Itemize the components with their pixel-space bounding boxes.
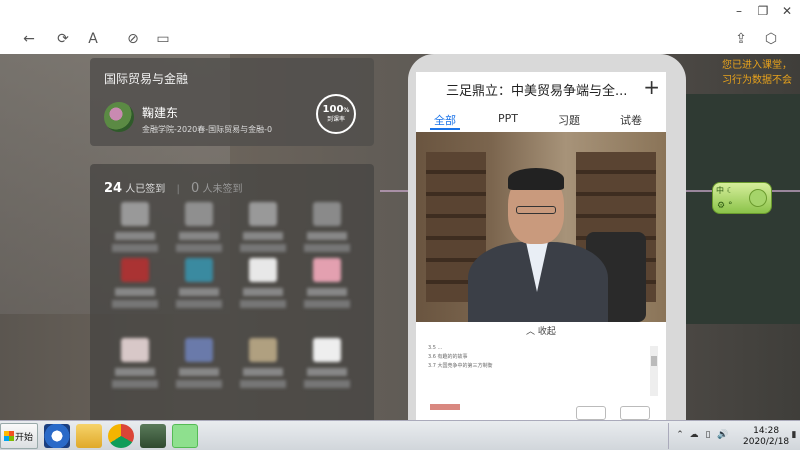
leaf-icon [749, 189, 767, 207]
student-tile[interactable] [240, 338, 286, 388]
layout-icon[interactable]: ▭ [154, 30, 172, 48]
active-tab-indicator [430, 128, 460, 130]
folder-icon[interactable] [76, 424, 102, 448]
attendance-rate: 100% 到课率 [316, 94, 356, 134]
chevron-up-icon: ︿ [526, 327, 538, 337]
cloud-icon[interactable]: ☁ [689, 430, 699, 442]
app-icon-2[interactable] [140, 424, 166, 448]
student-tile[interactable] [304, 338, 350, 388]
box-icon[interactable]: ⬡ [762, 30, 780, 48]
tab-ppt[interactable]: PPT [498, 112, 518, 125]
attendance-rate-label: 到课率 [326, 116, 345, 123]
system-tray: ⌃ ☁ ▯ 🔊 ▮ 14:28 2020/2/18 [668, 423, 800, 449]
volume-icon[interactable]: 🔊 [717, 430, 728, 442]
class-notice: 您已进入课堂， 习行为数据不会 [722, 58, 792, 88]
attendance-rate-value: 100 [322, 104, 344, 115]
signed-count: 24 [104, 181, 123, 196]
course-subtitle: 金融学院-2020春-国际贸易与金融-0 [142, 125, 273, 134]
restore-button[interactable]: ❐ [754, 3, 772, 19]
wechat-icon[interactable] [172, 424, 198, 448]
glasses [516, 206, 556, 214]
floating-widget[interactable]: 中 ☾ ⚙ ° [712, 182, 772, 214]
clock-time: 14:28 [753, 426, 780, 436]
collapse-button[interactable]: ︿ 收起 [416, 322, 666, 342]
outline-line: 3.6 有趣的的故事 [428, 354, 468, 360]
widget-label: 中 ☾ [716, 186, 734, 195]
student-tile[interactable] [112, 258, 158, 308]
unsigned-label: 人未签到 [202, 184, 243, 195]
notice-line: 您已进入课堂， [722, 60, 792, 71]
teacher-hair [508, 168, 564, 190]
close-button[interactable]: ✕ [778, 3, 796, 19]
outline-line: 3.7 大国竞争中的第三方制衡 [428, 363, 493, 369]
chrome-icon[interactable] [108, 424, 134, 448]
title-bar: – ❐ ✕ [0, 0, 800, 22]
start-label: 开始 [15, 433, 34, 443]
unsigned-count: 0 [191, 181, 200, 196]
tab-exams[interactable]: 试卷 [620, 112, 642, 128]
teacher-avatar [104, 102, 134, 132]
plus-icon[interactable]: + [643, 75, 660, 99]
notice-line: 习行为数据不会 [722, 75, 792, 86]
ppt-outline: 3.5 ... 3.6 有趣的的故事 3.7 大国竞争中的第三方制衡 [428, 344, 658, 404]
student-tile[interactable] [176, 258, 222, 308]
attendance-rate-unit: % [343, 107, 350, 114]
toolbar: ← ⟳ A ⊘ ▭ ⇪ ⬡ [0, 22, 800, 54]
student-tile[interactable] [304, 258, 350, 308]
content-tabs: 全部 PPT 习题 试卷 [416, 108, 666, 130]
gear-icon: ⚙ ° [717, 201, 733, 211]
signin-summary: 24 人已签到 | 0 人未签到 [104, 181, 243, 196]
signin-card: 24 人已签到 | 0 人未签到 [90, 164, 374, 420]
scroll-thumb[interactable] [651, 356, 657, 366]
clock[interactable]: 14:28 2020/2/18 [743, 426, 789, 448]
outline-scrollbar[interactable] [650, 346, 658, 396]
device-icon[interactable]: ▯ [703, 430, 713, 442]
tab-exercises[interactable]: 习题 [558, 112, 580, 128]
teacher-name: 鞠建东 [142, 106, 179, 120]
windows-logo-icon [4, 431, 14, 441]
control-button[interactable] [620, 406, 650, 420]
taskbar: 开始 ⌃ ☁ ▯ 🔊 ▮ 14:28 2020/2/18 [0, 420, 800, 450]
classroom-view: 国际贸易与金融 鞠建东 金融学院-2020春-国际贸易与金融-0 100% 到课… [0, 54, 800, 420]
student-tile[interactable] [176, 338, 222, 388]
student-tile[interactable] [176, 202, 222, 252]
share-icon[interactable]: ⇪ [732, 30, 750, 48]
outline-line: 3.5 ... [428, 345, 443, 351]
slide-logo [430, 404, 460, 410]
back-icon[interactable]: ← [20, 30, 38, 48]
student-tile[interactable] [304, 202, 350, 252]
clock-date: 2020/2/18 [743, 437, 790, 447]
minimize-button[interactable]: – [730, 3, 748, 19]
tab-all[interactable]: 全部 [434, 112, 456, 128]
teacher-video[interactable] [416, 132, 666, 322]
phone-frame: 三足鼎立：中美贸易争端与全... + 全部 PPT 习题 试卷 ︿ 收起 3.5… [408, 54, 686, 420]
lesson-title: 三足鼎立：中美贸易争端与全... [446, 84, 628, 99]
signed-label: 人已签到 [125, 184, 166, 195]
tray-expand-icon[interactable]: ⌃ [675, 430, 685, 442]
course-title: 国际贸易与金融 [104, 72, 189, 86]
start-button[interactable]: 开始 [0, 423, 38, 449]
refresh-icon[interactable]: ⟳ [54, 30, 72, 48]
course-card: 国际贸易与金融 鞠建东 金融学院-2020春-国际贸易与金融-0 100% 到课… [90, 58, 374, 146]
font-icon[interactable]: A [84, 30, 102, 48]
collapse-label: 收起 [537, 327, 556, 337]
student-tile[interactable] [112, 202, 158, 252]
student-tile[interactable] [112, 338, 158, 388]
link-icon[interactable]: ⊘ [124, 30, 142, 48]
control-button[interactable] [576, 406, 606, 420]
notification-icon[interactable]: ▮ [789, 430, 799, 442]
app-icon-1[interactable] [44, 424, 70, 448]
student-tile[interactable] [240, 258, 286, 308]
phone-screen: 三足鼎立：中美贸易争端与全... + 全部 PPT 习题 试卷 ︿ 收起 3.5… [416, 72, 666, 420]
student-tile[interactable] [240, 202, 286, 252]
